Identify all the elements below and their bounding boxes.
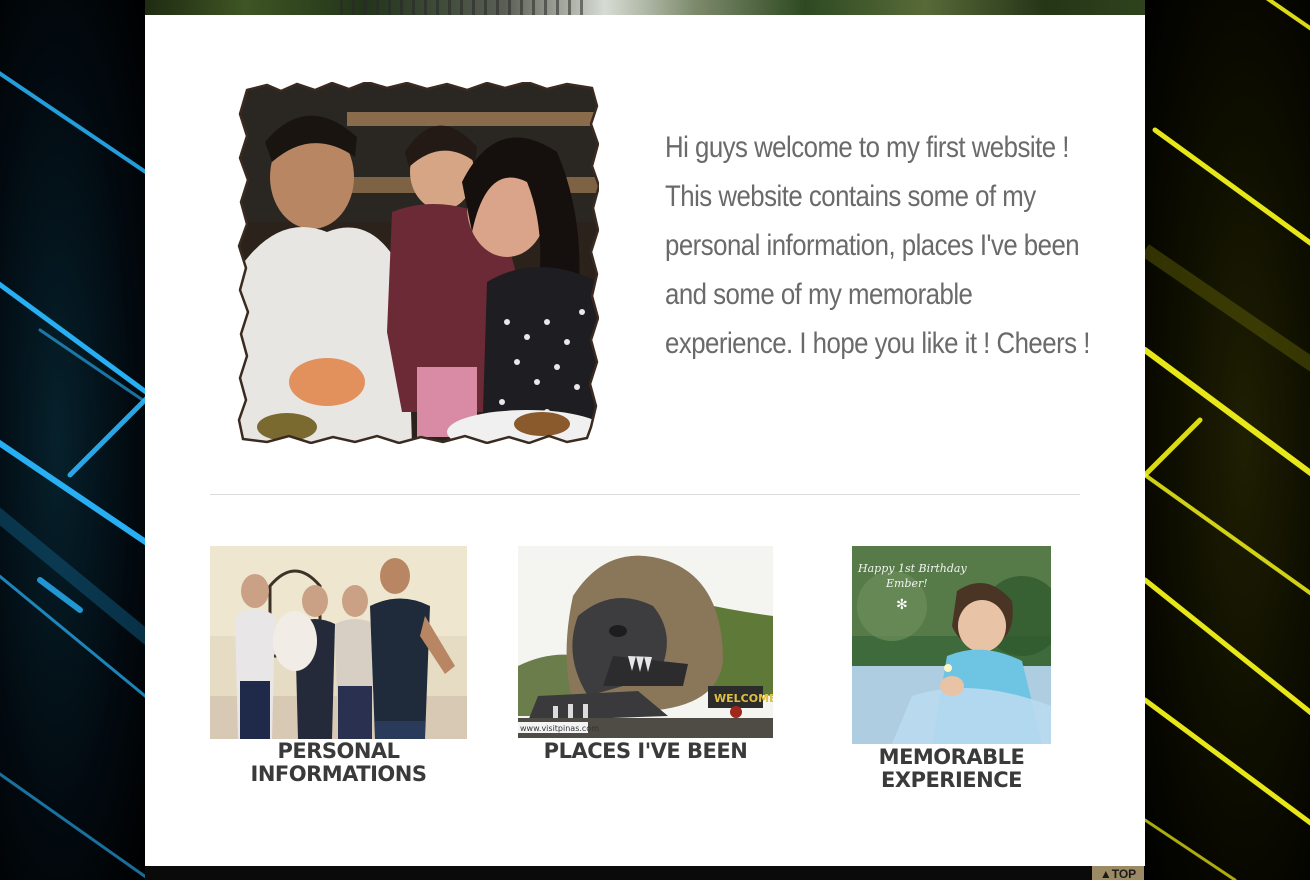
welcome-message: Hi guys welcome to my first website ! Th…: [665, 131, 1090, 360]
personal-informations-label[interactable]: PERSONAL INFORMATIONS: [210, 740, 467, 786]
content-panel: Hi guys welcome to my first website ! Th…: [145, 15, 1145, 866]
memorable-experience-label[interactable]: MEMORABLE EXPERIENCE: [852, 746, 1051, 792]
svg-text:✻: ✻: [896, 597, 908, 613]
background-neon-yellow: [1145, 0, 1310, 880]
card-places-ive-been[interactable]: WELCOME www.visitpinas.com PLACES I'VE B…: [518, 546, 773, 763]
birthday-caption-line2: Ember!: [885, 577, 928, 590]
birthday-caption-line1: Happy 1st Birthday: [857, 562, 967, 575]
header-banner-strip: [145, 0, 1145, 15]
places-ive-been-label[interactable]: PLACES I'VE BEEN: [518, 740, 773, 763]
footer-strip: [145, 866, 1092, 880]
back-to-top-button[interactable]: ▲TOP: [1092, 866, 1144, 880]
places-ive-been-image: WELCOME www.visitpinas.com: [518, 546, 773, 738]
background-neon-blue: [0, 0, 145, 880]
visitpinas-watermark: www.visitpinas.com: [520, 724, 599, 733]
personal-informations-image: [210, 546, 467, 739]
svg-text:WELCOME: WELCOME: [714, 692, 773, 705]
section-divider: [210, 494, 1080, 495]
card-memorable-experience[interactable]: Happy 1st Birthday Ember! ✻ MEMORABLE EX…: [852, 546, 1051, 792]
memorable-experience-image: Happy 1st Birthday Ember! ✻: [852, 546, 1051, 744]
card-personal-informations[interactable]: PERSONAL INFORMATIONS: [210, 546, 467, 786]
family-photo: [237, 80, 601, 445]
